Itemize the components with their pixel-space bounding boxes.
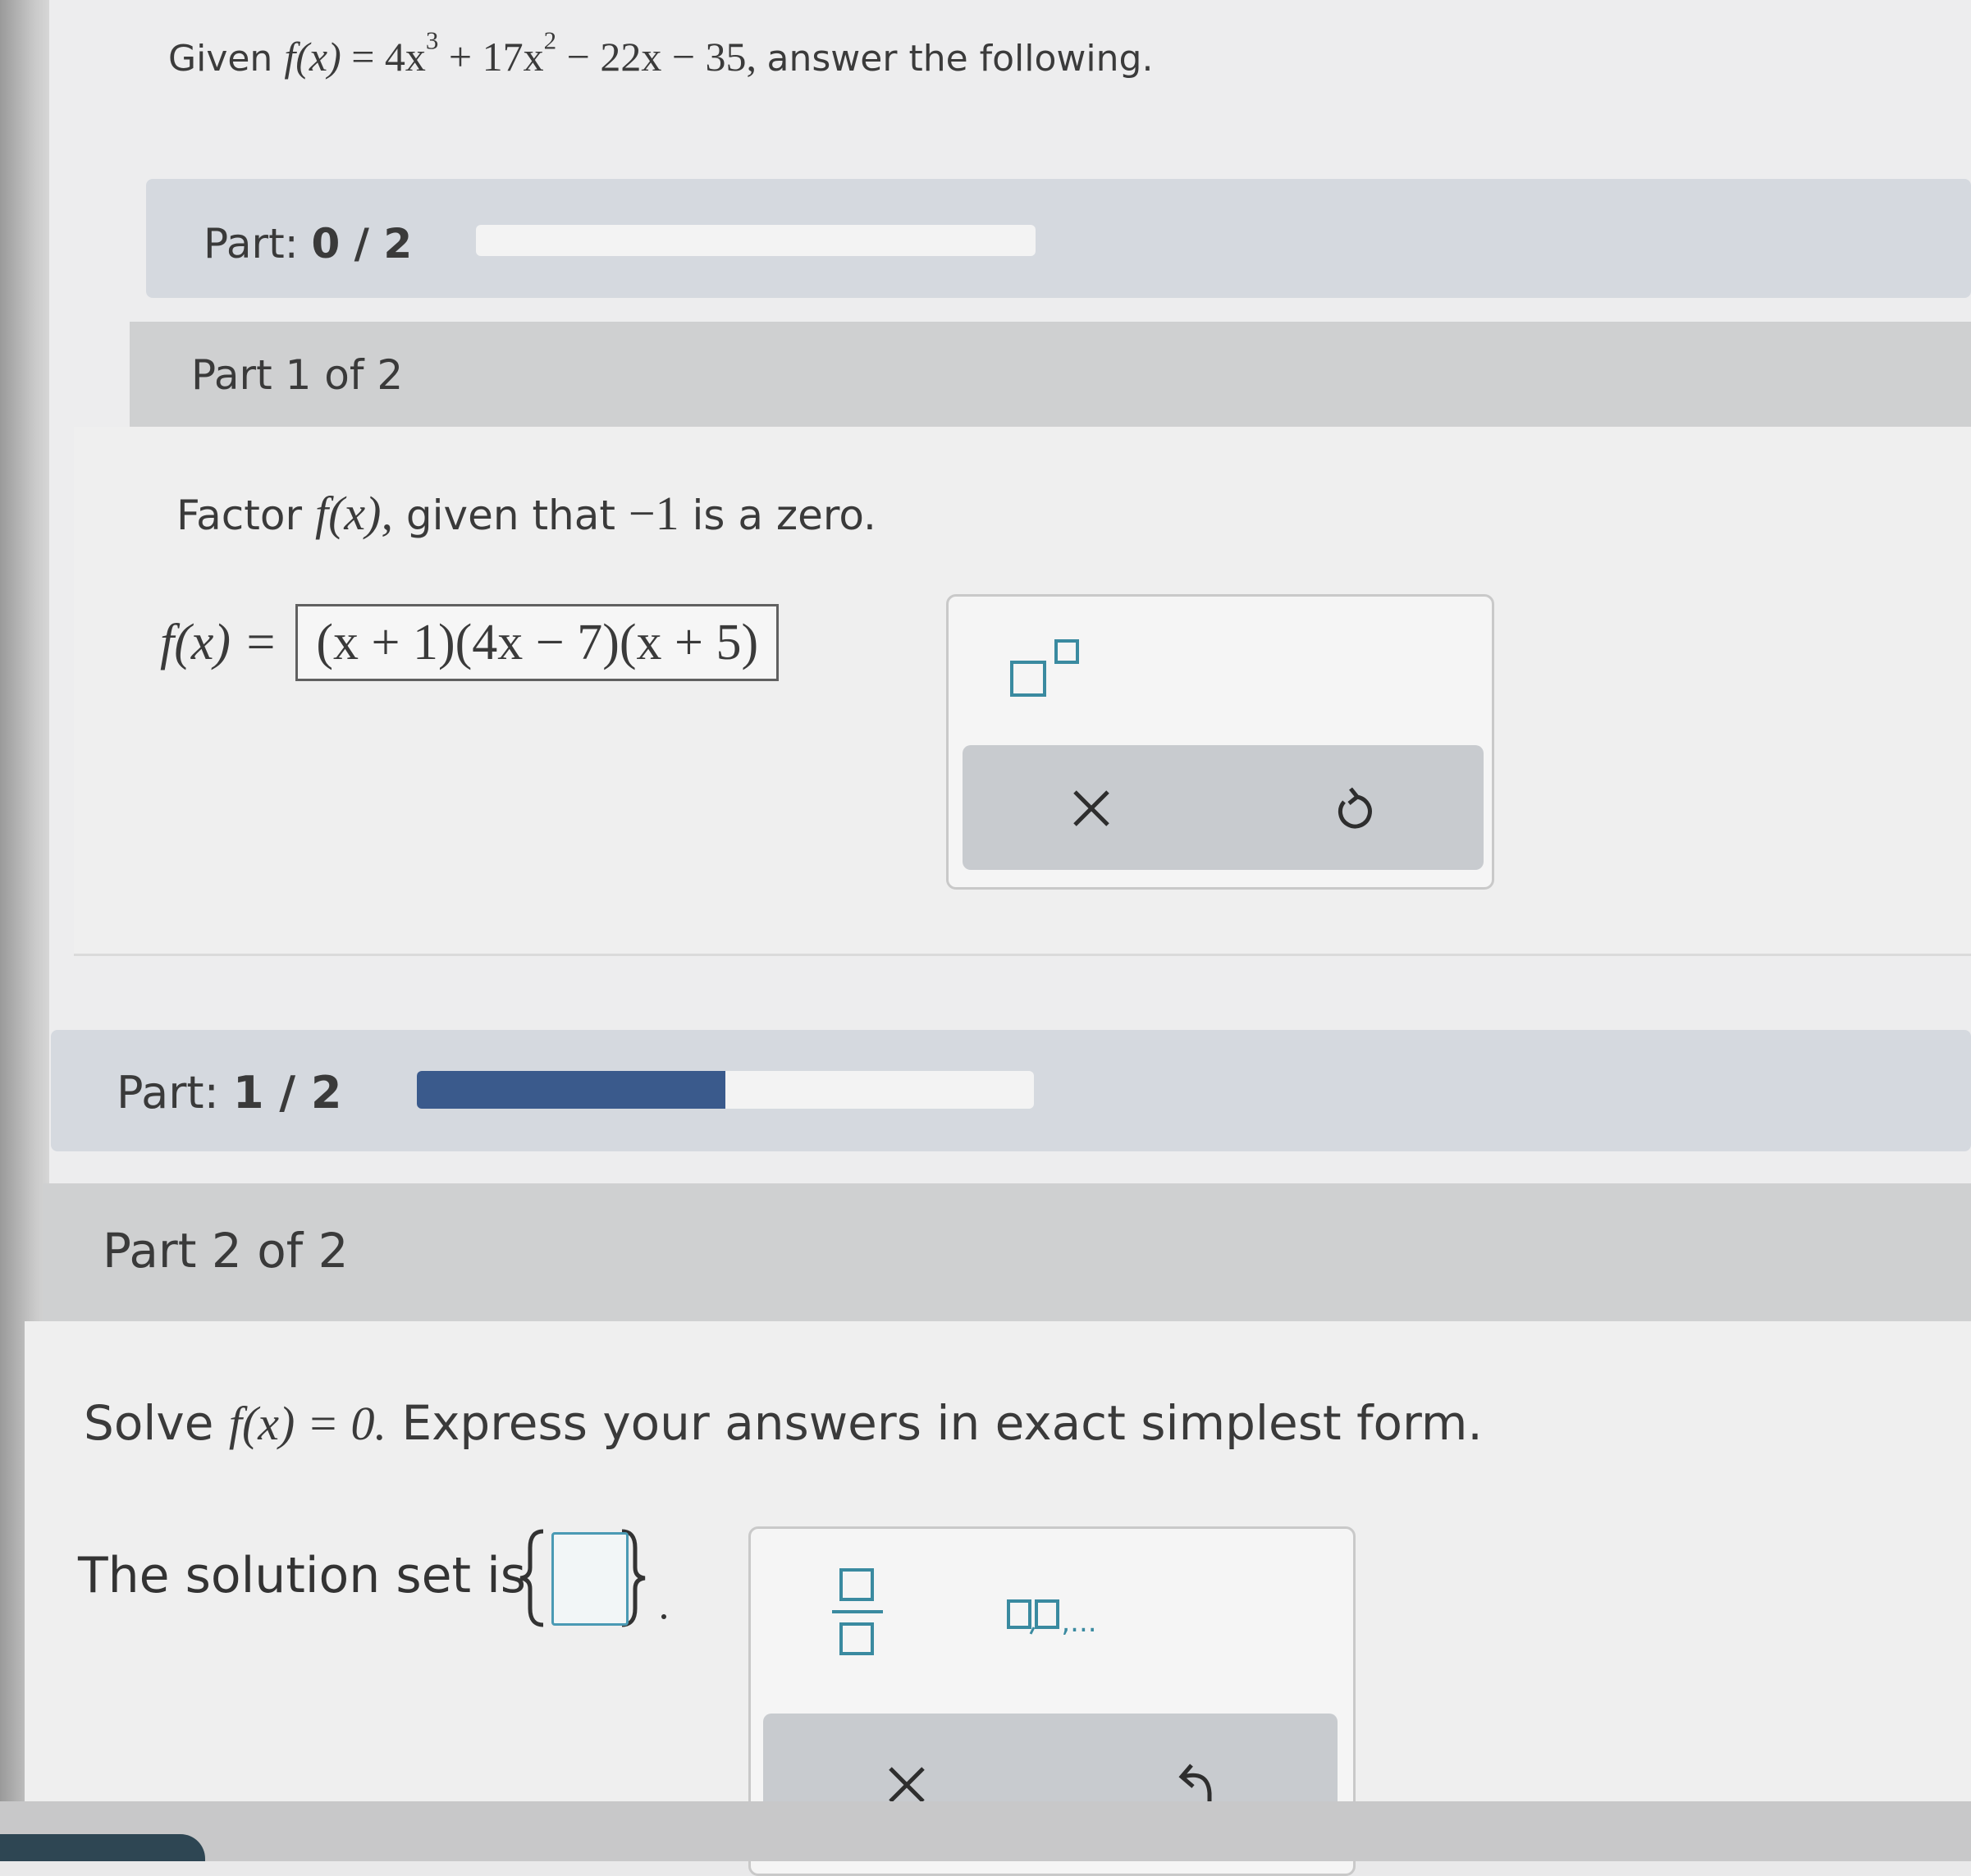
part1-answer-row: f(x) = (x + 1)(4x − 7)(x + 5) [160, 604, 780, 681]
progress-label-top: Part: 0 / 2 [204, 220, 412, 268]
term-rest: − 22x − 35, [566, 34, 757, 80]
prompt-zero: −1 [628, 487, 679, 540]
equals-sign: = [351, 34, 375, 80]
given-suffix: answer the following. [766, 38, 1154, 80]
solution-prefix: The solution set is [78, 1547, 527, 1604]
list-template-icon[interactable]: ,... [981, 1588, 1120, 1645]
prompt-instruction: Express your answers in exact simplest f… [401, 1395, 1483, 1451]
prompt-equation: f(x) = 0. [228, 1397, 386, 1450]
prompt-text-b: is a zero. [692, 492, 876, 539]
question-intro: Given f(x) = 4x3 + 17x2 − 22x − 35, answ… [168, 28, 1154, 80]
prompt-prefix: Solve [84, 1395, 214, 1451]
progress-value: 0 / 2 [311, 220, 413, 268]
answer-label: f(x) = [160, 614, 278, 670]
cubic-exponent: 3 [425, 25, 439, 55]
progress-track-top [476, 225, 1036, 256]
answer-input[interactable]: (x + 1)(4x − 7)(x + 5) [295, 604, 780, 681]
list-ellipsis: ,... [1061, 1606, 1097, 1639]
close-icon[interactable] [1059, 780, 1124, 837]
undo-icon[interactable] [1321, 780, 1387, 837]
part1-toolbar-footer [963, 745, 1484, 870]
progress-label-mid: Part: 1 / 2 [117, 1067, 341, 1119]
progress-label-text: Part: [204, 220, 299, 268]
part1-header [130, 322, 1971, 427]
quadratic-exponent: 2 [543, 25, 557, 55]
superscript-template-icon[interactable] [1001, 632, 1091, 706]
prompt-prefix: Factor [176, 492, 303, 539]
part2-prompt: Solve f(x) = 0. Express your answers in … [84, 1395, 1483, 1451]
fraction-template-icon[interactable] [825, 1563, 890, 1662]
part1-title: Part 1 of 2 [191, 351, 404, 399]
progress-bar-top [146, 179, 1971, 298]
progress-value: 1 / 2 [232, 1067, 342, 1119]
function-lhs: f(x) [284, 34, 341, 80]
solution-row: The solution set is [78, 1547, 526, 1604]
solution-set-input[interactable] [551, 1532, 629, 1626]
part1-prompt: Factor f(x), given that −1 is a zero. [176, 486, 876, 541]
term-cubic: 4x [384, 34, 426, 80]
prompt-function: f(x), [314, 487, 393, 540]
progress-fill-mid [417, 1071, 725, 1109]
part2-title: Part 2 of 2 [103, 1223, 349, 1279]
given-prefix: Given [168, 38, 273, 80]
term-quadratic: + 17x [448, 34, 544, 80]
bottom-dark-tab [0, 1834, 205, 1861]
bottom-edge [0, 1801, 1971, 1861]
progress-label-text: Part: [117, 1067, 219, 1119]
given-function: f(x) = 4x3 + 17x2 − 22x − 35, [284, 28, 766, 80]
progress-track-mid [417, 1071, 1034, 1109]
prompt-text-a: given that [405, 492, 615, 539]
